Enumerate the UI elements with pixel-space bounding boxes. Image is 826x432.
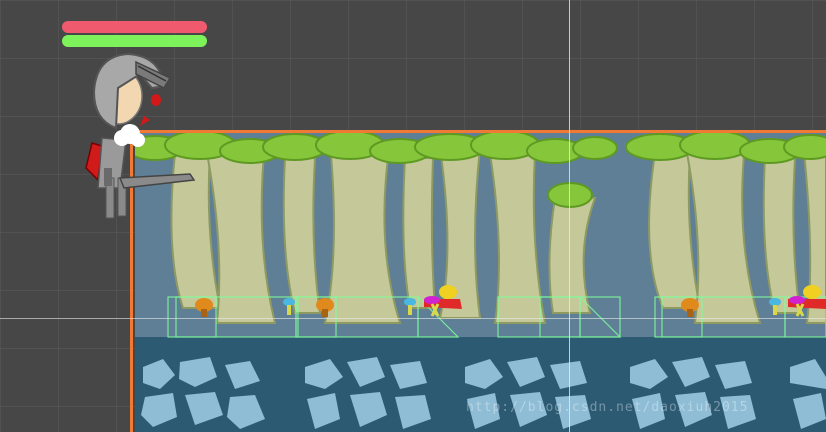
health-bar	[62, 21, 207, 33]
game-scene-viewport[interactable]: http://blog.csdn.net/daoxiuh2015	[0, 0, 826, 432]
energy-bar-fill	[62, 35, 207, 47]
cobblestone-pattern	[141, 357, 826, 429]
watermark-text: http://blog.csdn.net/daoxiuh2015	[466, 400, 749, 415]
forest-trees	[135, 133, 826, 324]
health-bar-fill	[62, 21, 207, 33]
editor-guide-vertical	[569, 0, 570, 432]
tree-trunks	[170, 142, 826, 324]
knight-player-sprite[interactable]	[80, 48, 200, 223]
editor-guide-horizontal	[0, 318, 826, 319]
ground-platform	[135, 337, 826, 432]
level-bounds-top	[133, 130, 826, 133]
energy-bar	[62, 35, 207, 47]
